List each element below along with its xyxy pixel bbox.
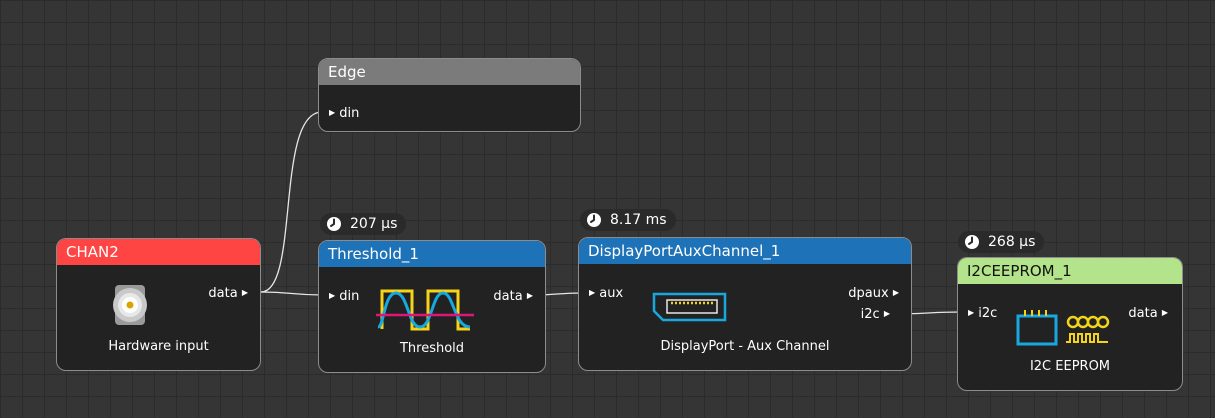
threshold-waveform-icon [376, 289, 474, 331]
input-port-din[interactable]: ▶ din [329, 105, 359, 122]
port-label: dpaux [848, 286, 889, 301]
output-port-i2c[interactable]: i2c ▶ [861, 306, 890, 323]
node-title-chan2: CHAN2 [57, 239, 260, 265]
timing-badge-threshold: 207 µs [320, 213, 407, 235]
node-chan2[interactable]: CHAN2 data ▶ Hardware input [56, 238, 261, 371]
port-label: din [339, 106, 360, 121]
port-label: aux [599, 286, 624, 301]
clock-icon [587, 213, 601, 227]
node-caption: Threshold [399, 341, 465, 356]
clock-icon [327, 217, 341, 231]
port-label: data [208, 286, 238, 301]
port-arrow-icon: ▶ [241, 288, 248, 297]
clock-icon [965, 235, 979, 249]
timing-badge-dpaux: 8.17 ms [580, 209, 676, 231]
port-label: din [339, 289, 360, 304]
timing-value: 207 µs [350, 216, 398, 232]
port-label: i2c [978, 306, 998, 321]
eeprom-chip-icon [1016, 310, 1110, 346]
bnc-connector-icon [113, 285, 147, 325]
port-arrow-icon: ▶ [1161, 308, 1168, 317]
output-port-data[interactable]: data ▶ [208, 285, 248, 302]
node-title-threshold: Threshold_1 [319, 241, 545, 267]
node-caption: I2C EEPROM [1029, 359, 1111, 374]
node-displayport-aux-channel[interactable]: DisplayPortAuxChannel_1 ▶ aux dpaux ▶ i2… [578, 237, 912, 371]
node-caption: DisplayPort - Aux Channel [660, 339, 830, 354]
node-caption: Hardware input [108, 339, 209, 354]
input-port-i2c[interactable]: ▶ i2c [968, 305, 997, 322]
port-arrow-icon: ▶ [526, 291, 533, 300]
node-title-eeprom: I2CEEPROM_1 [958, 258, 1182, 284]
output-port-data[interactable]: data ▶ [493, 288, 533, 305]
port-label: data [1128, 306, 1158, 321]
node-edge[interactable]: Edge ▶ din [318, 58, 581, 132]
port-arrow-icon: ▶ [968, 308, 975, 317]
input-port-din[interactable]: ▶ din [329, 288, 359, 305]
port-arrow-icon: ▶ [329, 291, 336, 300]
input-port-aux[interactable]: ▶ aux [589, 285, 623, 302]
port-arrow-icon: ▶ [589, 288, 596, 297]
wire-chan2-to-threshold [260, 291, 323, 296]
node-i2c-eeprom[interactable]: I2CEEPROM_1 ▶ i2c data ▶ I2C EEPROM [957, 257, 1183, 391]
timing-value: 268 µs [988, 234, 1036, 250]
port-arrow-icon: ▶ [892, 288, 899, 297]
wire-chan2-to-edge [260, 111, 323, 293]
node-title-dpaux: DisplayPortAuxChannel_1 [579, 238, 911, 264]
output-port-data[interactable]: data ▶ [1128, 305, 1168, 322]
port-label: data [493, 289, 523, 304]
timing-value: 8.17 ms [610, 212, 667, 228]
port-arrow-icon: ▶ [883, 309, 890, 318]
port-label: i2c [860, 307, 880, 322]
displayport-connector-icon [652, 292, 727, 322]
output-port-dpaux[interactable]: dpaux ▶ [848, 285, 899, 302]
node-title-edge: Edge [319, 59, 580, 85]
timing-badge-eeprom: 268 µs [958, 231, 1045, 253]
port-arrow-icon: ▶ [329, 108, 336, 117]
node-threshold[interactable]: Threshold_1 ▶ din data ▶ Threshold [318, 240, 546, 373]
